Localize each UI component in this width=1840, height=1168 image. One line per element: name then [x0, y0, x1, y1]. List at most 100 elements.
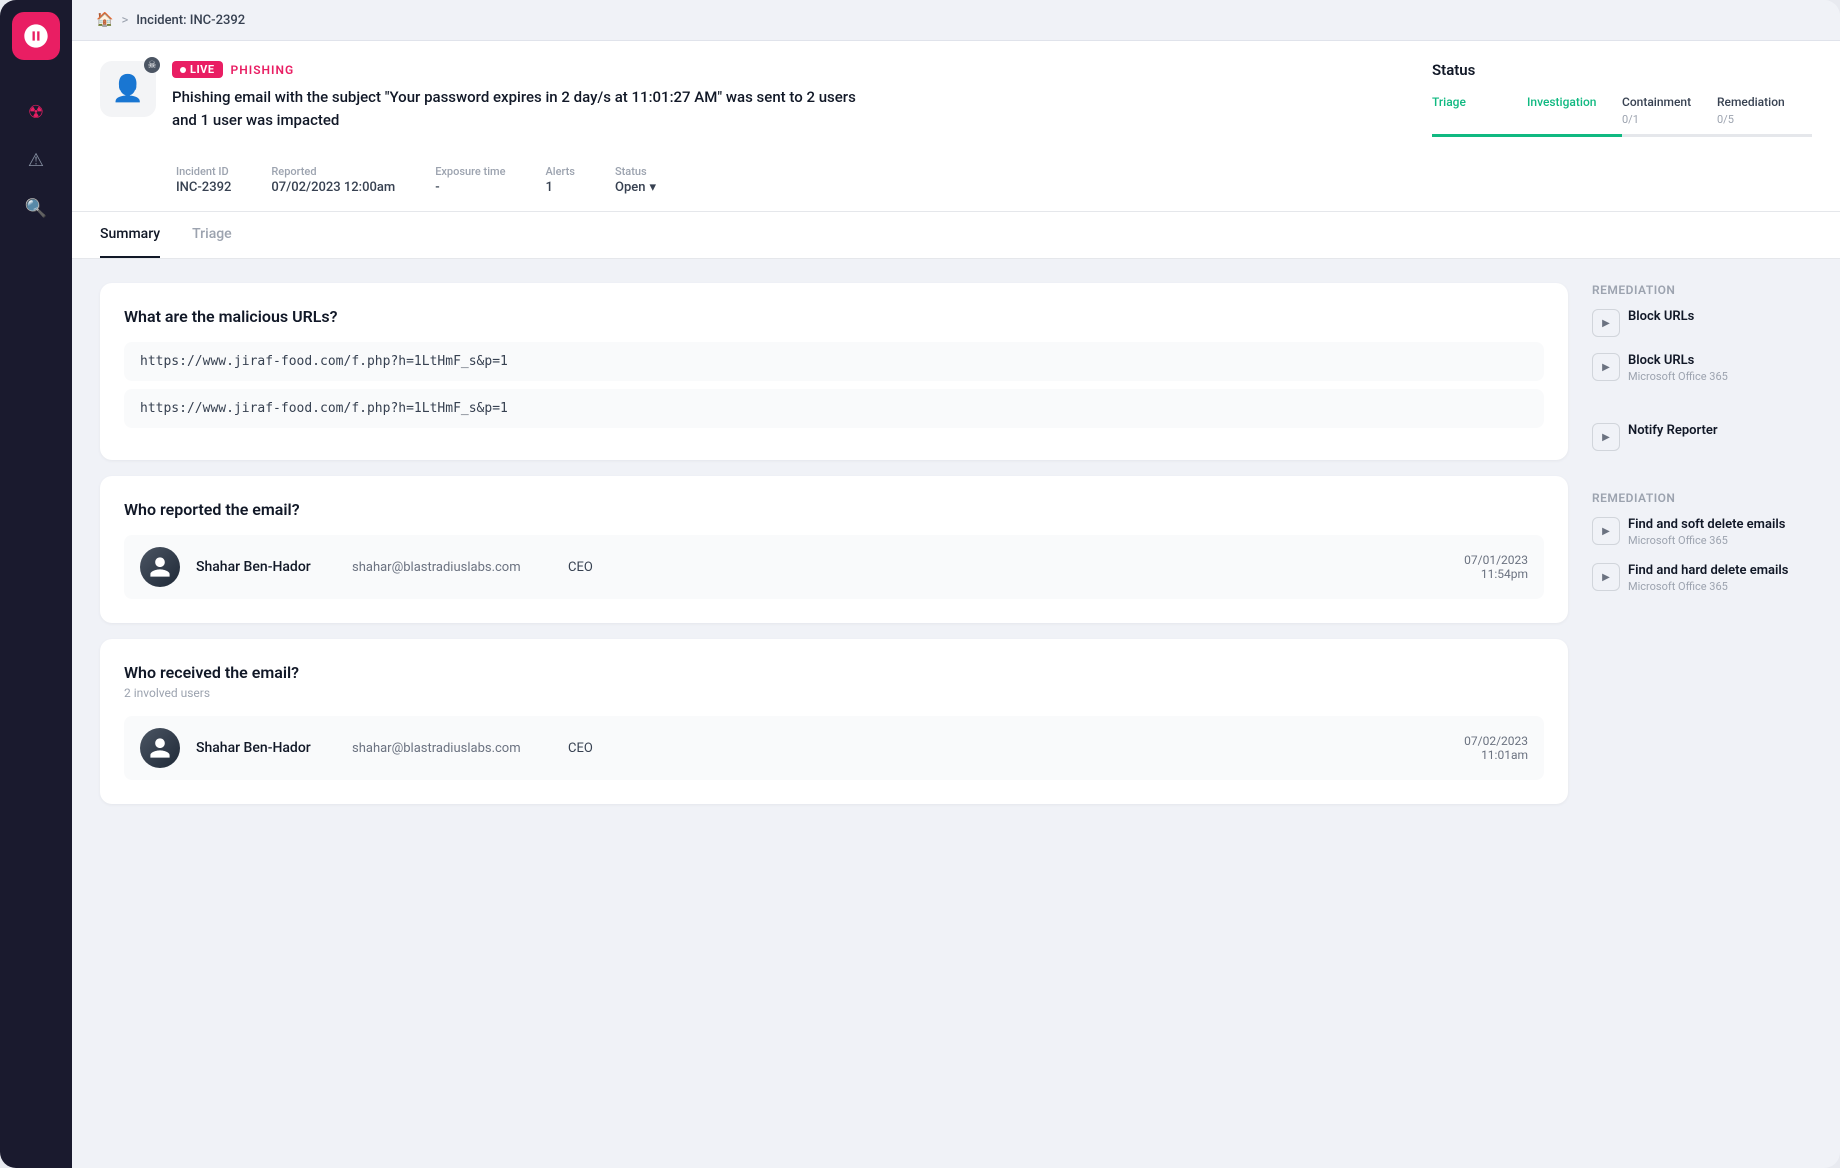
- reporter-role: CEO: [568, 560, 628, 575]
- sidebar-item-incidents[interactable]: ☢: [16, 92, 56, 132]
- logo-icon: [22, 22, 50, 50]
- urls-remediation: Remediation ▶ Block URLs ▶ Block URLs Mi…: [1592, 283, 1812, 399]
- reporter-avatar: [140, 547, 180, 587]
- breadcrumb-current: Incident: INC-2392: [136, 13, 245, 28]
- logo-button[interactable]: [12, 12, 60, 60]
- hard-delete-text: Find and hard delete emails Microsoft Of…: [1628, 563, 1788, 593]
- notify-reporter-text: Notify Reporter: [1628, 423, 1718, 438]
- remediation-step-count: 0/5: [1717, 113, 1734, 126]
- soft-delete-item: ▶ Find and soft delete emails Microsoft …: [1592, 517, 1812, 547]
- urls-card: What are the malicious URLs? https://www…: [100, 283, 1568, 460]
- alerts-value: 1: [546, 180, 575, 195]
- reported-label: Reported: [271, 165, 395, 178]
- remediation-step-name: Remediation: [1717, 95, 1785, 109]
- reporter-avatar-img: [140, 547, 180, 587]
- receiver-avatar-img: [140, 728, 180, 768]
- soft-delete-text: Find and soft delete emails Microsoft Of…: [1628, 517, 1785, 547]
- soft-delete-play[interactable]: ▶: [1592, 517, 1620, 545]
- receivers-card: Who received the email? 2 involved users…: [100, 639, 1568, 804]
- hard-delete-label: Find and hard delete emails: [1628, 563, 1788, 578]
- receivers-subtitle: 2 involved users: [124, 686, 1544, 700]
- receiver-name: Shahar Ben-Hador: [196, 740, 336, 756]
- status-step-containment: Containment 0/1: [1622, 95, 1717, 137]
- status-steps: Triage Investigation Containment 0/1 Rem…: [1432, 95, 1812, 137]
- status-label: Status: [615, 165, 656, 178]
- exposure-label: Exposure time: [435, 165, 505, 178]
- soft-delete-label: Find and soft delete emails: [1628, 517, 1785, 532]
- sidebar: ☢ ⚠ 🔍: [0, 0, 72, 1168]
- person-icon: 👤: [112, 74, 144, 104]
- content-area: What are the malicious URLs? https://www…: [72, 259, 1840, 1168]
- remediation-sidebar: Remediation ▶ Block URLs ▶ Block URLs Mi…: [1592, 283, 1812, 1144]
- exposure-value: -: [435, 180, 505, 195]
- meta-status: Status Open ▾: [615, 165, 656, 195]
- block-urls-play-1[interactable]: ▶: [1592, 309, 1620, 337]
- content-main: What are the malicious URLs? https://www…: [100, 283, 1568, 1144]
- radiation-icon: ☢: [28, 102, 44, 123]
- notify-reporter-item: ▶ Notify Reporter: [1592, 423, 1812, 451]
- receiver-email: shahar@blastradiuslabs.com: [352, 741, 552, 756]
- receiver-avatar: [140, 728, 180, 768]
- block-urls-sub-2: Microsoft Office 365: [1628, 370, 1728, 383]
- topnav: 🏠 > Incident: INC-2392: [72, 0, 1840, 41]
- incident-meta: Incident ID INC-2392 Reported 07/02/2023…: [176, 153, 1812, 211]
- url-item-2: https://www.jiraf-food.com/f.php?h=1LtHm…: [124, 389, 1544, 428]
- status-dropdown[interactable]: Open ▾: [615, 180, 656, 195]
- block-urls-item-2: ▶ Block URLs Microsoft Office 365: [1592, 353, 1812, 383]
- warning-icon: ⚠: [28, 150, 44, 171]
- meta-reported: Reported 07/02/2023 12:00am: [271, 165, 395, 195]
- tab-summary[interactable]: Summary: [100, 212, 160, 258]
- incident-badges: LIVE PHISHING: [172, 61, 1412, 78]
- incident-icon: 👤 ☠: [100, 61, 156, 117]
- status-tracker: Status Triage Investigation Containment …: [1432, 61, 1812, 137]
- receivers-remediation-title: Remediation: [1592, 491, 1812, 505]
- url-item-1: https://www.jiraf-food.com/f.php?h=1LtHm…: [124, 342, 1544, 381]
- notify-reporter-label: Notify Reporter: [1628, 423, 1718, 438]
- reporter-email: shahar@blastradiuslabs.com: [352, 560, 552, 575]
- status-step-triage: Triage: [1432, 95, 1527, 137]
- block-urls-play-2[interactable]: ▶: [1592, 353, 1620, 381]
- reporter-card: Who reported the email? Shahar Ben-Hador…: [100, 476, 1568, 623]
- triage-step-name: Triage: [1432, 95, 1466, 109]
- soft-delete-sub: Microsoft Office 365: [1628, 534, 1785, 547]
- status-value: Open: [615, 180, 645, 195]
- status-step-remediation: Remediation 0/5: [1717, 95, 1812, 137]
- block-urls-text-1: Block URLs: [1628, 309, 1694, 324]
- block-urls-item-1: ▶ Block URLs: [1592, 309, 1812, 337]
- meta-alerts: Alerts 1: [546, 165, 575, 195]
- meta-exposure: Exposure time -: [435, 165, 505, 195]
- reporter-card-title: Who reported the email?: [124, 500, 1544, 519]
- block-urls-label-1: Block URLs: [1628, 309, 1694, 324]
- hard-delete-sub: Microsoft Office 365: [1628, 580, 1788, 593]
- notify-reporter-play[interactable]: ▶: [1592, 423, 1620, 451]
- status-tracker-title: Status: [1432, 61, 1475, 79]
- receiver-role: CEO: [568, 741, 628, 756]
- tab-triage[interactable]: Triage: [192, 212, 232, 258]
- urls-card-title: What are the malicious URLs?: [124, 307, 1544, 326]
- sidebar-item-alerts[interactable]: ⚠: [16, 140, 56, 180]
- reported-value: 07/02/2023 12:00am: [271, 180, 395, 195]
- type-badge: PHISHING: [231, 63, 295, 77]
- block-urls-text-2: Block URLs Microsoft Office 365: [1628, 353, 1728, 383]
- alerts-label: Alerts: [546, 165, 575, 178]
- reporter-time: 07/01/202311:54pm: [1464, 553, 1528, 581]
- home-icon[interactable]: 🏠: [96, 12, 113, 28]
- containment-step-count: 0/1: [1622, 113, 1639, 126]
- breadcrumb-separator: >: [121, 13, 128, 28]
- receivers-remediation: Remediation ▶ Find and soft delete email…: [1592, 491, 1812, 609]
- containment-step-name: Containment: [1622, 95, 1691, 109]
- hard-delete-item: ▶ Find and hard delete emails Microsoft …: [1592, 563, 1812, 593]
- tabs: Summary Triage: [72, 212, 1840, 259]
- block-urls-label-2: Block URLs: [1628, 353, 1728, 368]
- live-badge: LIVE: [172, 61, 223, 78]
- investigation-step-name: Investigation: [1527, 95, 1596, 109]
- reporter-remediation: ▶ Notify Reporter: [1592, 423, 1812, 467]
- receivers-card-title: Who received the email?: [124, 663, 1544, 682]
- meta-incident-id: Incident ID INC-2392: [176, 165, 231, 195]
- incident-id-value: INC-2392: [176, 180, 231, 195]
- search-icon: 🔍: [25, 198, 47, 219]
- sidebar-item-search[interactable]: 🔍: [16, 188, 56, 228]
- skull-badge: ☠: [144, 57, 160, 73]
- reporter-user-row: Shahar Ben-Hador shahar@blastradiuslabs.…: [124, 535, 1544, 599]
- hard-delete-play[interactable]: ▶: [1592, 563, 1620, 591]
